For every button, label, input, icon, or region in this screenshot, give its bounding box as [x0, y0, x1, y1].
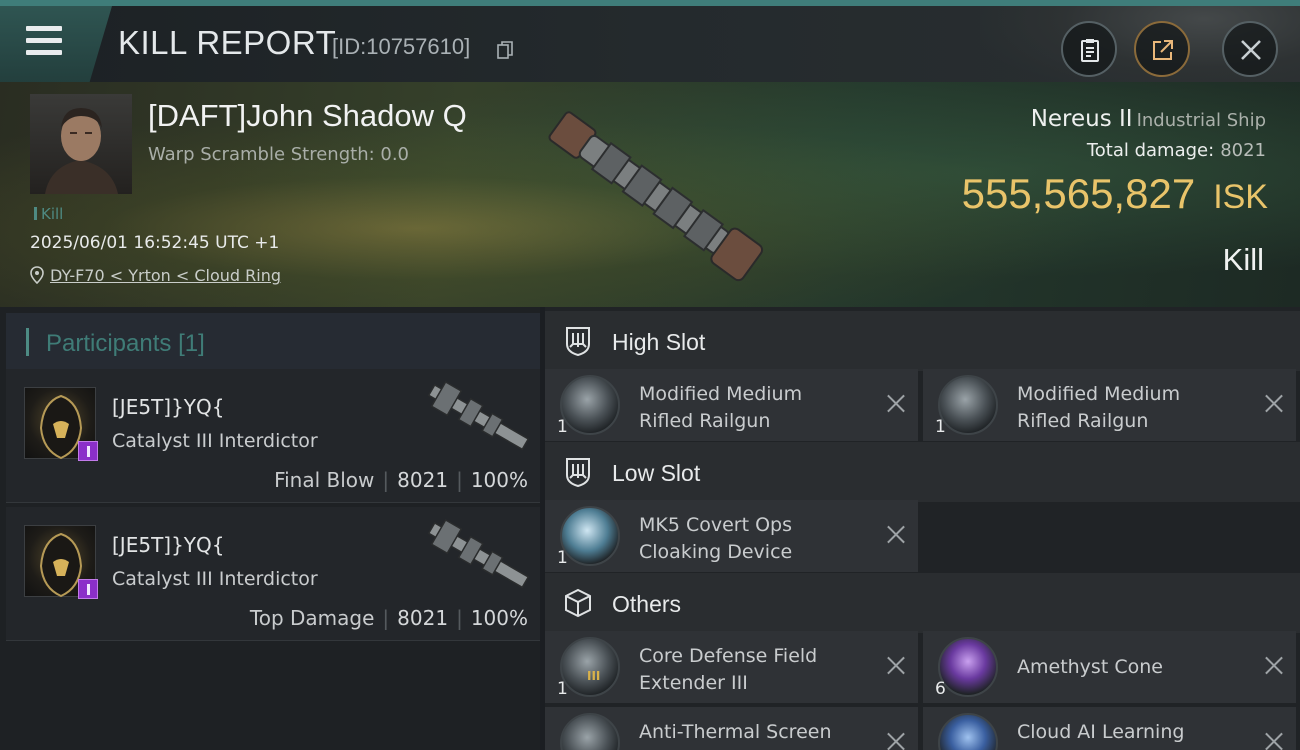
remove-module-icon[interactable] — [886, 731, 906, 750]
participant-ship-image — [427, 518, 530, 589]
victim-banner: [DAFT]John Shadow Q Warp Scramble Streng… — [0, 82, 1300, 307]
module-item[interactable]: 1 Modified Medium Rifled Railgun — [923, 369, 1296, 441]
victim-ship: Nereus II Industrial Ship — [1031, 106, 1266, 132]
isk-value: 555,565,827 ISK — [962, 170, 1268, 218]
high-slot-label: High Slot — [612, 329, 706, 355]
remove-module-icon[interactable] — [886, 655, 906, 675]
share-icon — [1153, 40, 1173, 60]
participant-ship: Catalyst III Interdictor — [112, 430, 318, 452]
participant-stats: Final Blow | 8021 | 100% — [274, 468, 528, 492]
menu-icon[interactable] — [26, 26, 62, 56]
close-icon — [1241, 40, 1261, 60]
remove-module-icon[interactable] — [886, 393, 906, 413]
corp-badge-icon — [78, 441, 98, 461]
location-text: DY-F70 < Yrton < Cloud Ring — [50, 266, 282, 285]
remove-module-icon[interactable] — [1264, 731, 1284, 750]
total-damage-label: Total damage: — [1086, 140, 1215, 161]
participant-stats: Top Damage | 8021 | 100% — [249, 606, 528, 630]
module-item[interactable]: Anti-Thermal Screen — [545, 707, 918, 750]
railgun-icon — [560, 375, 620, 435]
module-qty: 1 — [557, 548, 568, 568]
cloaking-device-icon — [560, 506, 620, 566]
others-header: Others — [545, 573, 1300, 633]
participant-card[interactable]: [JE5T]}YQ{ Catalyst III Interdictor Fina… — [6, 369, 540, 503]
low-slot-label: Low Slot — [612, 460, 701, 486]
participant-damage: 8021 — [397, 606, 449, 630]
participants-header: Participants [1] — [6, 313, 540, 373]
report-id: [ID:10757610] — [332, 34, 471, 59]
location-pin-icon — [30, 266, 44, 285]
participants-count: [1] — [178, 330, 205, 357]
module-qty: 1 — [935, 417, 946, 437]
module-name: Core Defense Field Extender III — [639, 645, 818, 694]
others-label: Others — [612, 591, 682, 617]
close-button[interactable] — [1222, 21, 1278, 77]
copy-icon[interactable] — [497, 41, 513, 59]
participant-role: Final Blow — [274, 468, 375, 492]
remove-module-icon[interactable] — [886, 524, 906, 544]
module-name: Modified Medium Rifled Railgun — [1017, 383, 1181, 432]
module-item[interactable]: 6 Amethyst Cone — [923, 631, 1296, 703]
warp-scramble-strength: Warp Scramble Strength: 0.0 — [148, 144, 410, 165]
participant-name: [JE5T]}YQ{ — [112, 533, 225, 557]
kill-tag: Kill — [34, 205, 63, 223]
corp-badge-icon — [78, 579, 98, 599]
high-slot-header: High Slot — [545, 311, 1300, 371]
kill-result: Kill — [1222, 242, 1264, 277]
module-name: Modified Medium Rifled Railgun — [639, 383, 803, 432]
module-item[interactable]: III 1 Core Defense Field Extender III — [545, 631, 918, 703]
low-slot-header: Low Slot — [545, 442, 1300, 502]
total-damage-value: 8021 — [1220, 140, 1266, 161]
cube-icon — [565, 588, 591, 618]
participant-ship: Catalyst III Interdictor — [112, 568, 318, 590]
remove-module-icon[interactable] — [1264, 393, 1284, 413]
isk-unit: ISK — [1213, 178, 1268, 216]
low-slot-icon — [566, 458, 590, 488]
module-item[interactable]: 1 MK5 Covert Ops Cloaking Device — [545, 500, 918, 572]
page-title: KILL REPORT — [118, 24, 337, 61]
module-qty: 6 — [935, 679, 946, 699]
victim-name: [DAFT]John Shadow Q — [148, 98, 467, 133]
tier-badge: III — [587, 669, 601, 683]
participant-name: [JE5T]}YQ{ — [112, 395, 225, 419]
railgun-icon — [938, 375, 998, 435]
module-qty: 1 — [557, 679, 568, 699]
share-button[interactable] — [1134, 21, 1190, 77]
victim-avatar[interactable] — [30, 94, 132, 194]
participants-panel: Participants [1] [JE5T]}YQ{ Catalyst III… — [0, 307, 540, 750]
module-name: MK5 Covert Ops Cloaking Device — [639, 514, 793, 563]
amethyst-cone-icon — [938, 637, 998, 697]
participant-card[interactable]: [JE5T]}YQ{ Catalyst III Interdictor Top … — [6, 507, 540, 641]
module-item[interactable]: Cloud AI Learning — [923, 707, 1296, 750]
participants-header-accent — [26, 328, 29, 356]
location-link[interactable]: DY-F70 < Yrton < Cloud Ring — [30, 266, 281, 285]
ship-name: Nereus II — [1030, 106, 1133, 132]
module-name: Anti-Thermal Screen — [639, 721, 832, 743]
remove-module-icon[interactable] — [1264, 655, 1284, 675]
participant-damage: 8021 — [397, 468, 449, 492]
module-name: Amethyst Cone — [1017, 656, 1163, 678]
total-damage: Total damage: 8021 — [1087, 140, 1266, 161]
participant-percent: 100% — [470, 468, 528, 492]
header-bar: KILL REPORT [ID:10757610] — [0, 0, 1300, 82]
shield-extender-icon — [560, 637, 620, 697]
ship-class: Industrial Ship — [1136, 110, 1266, 131]
clipboard-button[interactable] — [1061, 21, 1117, 77]
thermal-screen-icon — [560, 713, 620, 750]
high-slot-icon — [566, 327, 590, 357]
fitting-panel: High Slot 1 Modified Medium Rifled Railgu… — [545, 307, 1300, 750]
module-item[interactable]: 1 Modified Medium Rifled Railgun — [545, 369, 918, 441]
participant-percent: 100% — [470, 606, 528, 630]
module-name: Cloud AI Learning — [1017, 721, 1185, 743]
participants-label: Participants — [46, 330, 172, 357]
participants-title: Participants [1] — [46, 330, 205, 358]
isk-amount: 555,565,827 — [961, 170, 1196, 217]
kill-time: 2025/06/01 16:52:45 UTC +1 — [30, 233, 280, 253]
victim-ship-image — [548, 111, 764, 282]
module-qty: 1 — [557, 417, 568, 437]
ai-learning-icon — [938, 713, 998, 750]
participant-ship-image — [427, 380, 530, 451]
participant-role: Top Damage — [249, 606, 375, 630]
clipboard-icon — [1081, 39, 1099, 62]
